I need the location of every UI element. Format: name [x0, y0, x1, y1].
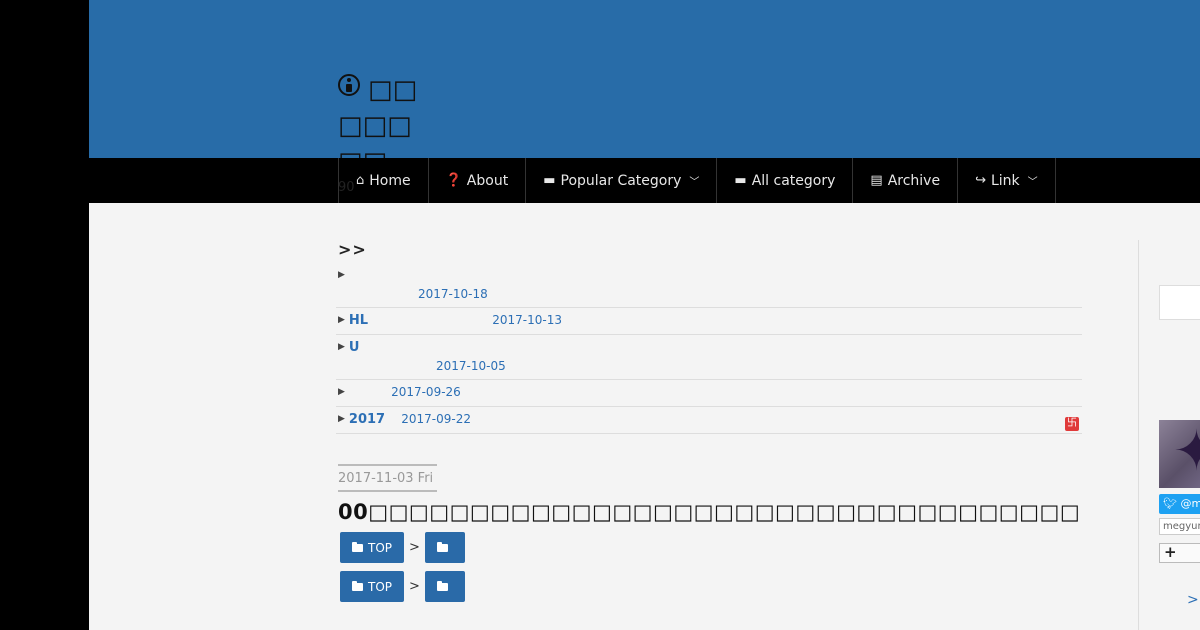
- home-icon: ⌂: [356, 173, 365, 188]
- question-circle-icon: ❓: [445, 173, 462, 188]
- nav-item-link[interactable]: ↪ Link ﹀: [958, 158, 1056, 203]
- follow-box: megyum: [1159, 518, 1200, 535]
- sidebar-divider: [1138, 240, 1139, 630]
- folder-icon: [352, 580, 363, 591]
- news-date: 2017-10-05: [436, 359, 506, 373]
- search-input[interactable]: [1159, 285, 1200, 320]
- share-icon: ↪: [975, 173, 986, 188]
- main-content: >> ▶ 2017-10-18 ▶ HL 2017-10-13 ▶ U 2017-1…: [336, 240, 1082, 602]
- news-date: 2017-09-26: [391, 385, 461, 399]
- nav-item-about[interactable]: ❓ About: [429, 158, 527, 203]
- nav-item-archive[interactable]: ▤ Archive: [853, 158, 959, 203]
- site-header: □□ □□□ □□: [89, 0, 1200, 177]
- folder-icon: [436, 580, 448, 591]
- chevron-down-icon: ﹀: [1027, 177, 1038, 188]
- breadcrumb-top-button[interactable]: TOP: [340, 532, 405, 563]
- triangle-right-icon: ▶: [338, 387, 345, 397]
- logo-line: □□□: [338, 111, 412, 141]
- news-heading: >>: [338, 240, 367, 259]
- nav-item-label: Archive: [887, 172, 941, 189]
- triangle-right-icon: ▶: [338, 270, 345, 280]
- breadcrumb: TOP >: [340, 532, 1082, 563]
- news-date: 2017-10-13: [492, 313, 562, 327]
- breadcrumb: TOP >: [340, 571, 1082, 602]
- news-title[interactable]: 2017: [349, 412, 385, 427]
- profile-image[interactable]: ✦: [1159, 420, 1200, 488]
- logo-subtitle: 90: [338, 180, 355, 195]
- breadcrumb-separator: >: [409, 540, 420, 555]
- triangle-right-icon: ▶: [338, 414, 345, 424]
- folder-icon: ▬: [543, 173, 556, 188]
- news-title[interactable]: HL: [349, 313, 368, 328]
- nav-item-label: Popular Category: [560, 172, 682, 189]
- breadcrumb-label: TOP: [368, 540, 393, 555]
- folder-icon: [436, 541, 448, 552]
- breadcrumb-category-button[interactable]: [424, 532, 465, 563]
- news-date: 2017-10-18: [418, 287, 488, 301]
- news-date: 2017-09-22: [401, 412, 471, 426]
- post-title[interactable]: 00□□□□□□□□□□□□□□□□□□□□□□□□□□□□□□□□□□□□□: [338, 500, 1082, 524]
- archive-icon: ▤: [870, 173, 883, 188]
- breadcrumb-top-button[interactable]: TOP: [340, 571, 405, 602]
- news-title[interactable]: U: [349, 340, 360, 355]
- page: □□ □□□ □□ ⌂ Home ❓ About ▬ Popular Categ…: [89, 0, 1200, 630]
- news-item[interactable]: ▶ 2017-09-26: [336, 380, 1082, 407]
- post-date: 2017-11-03 Fri: [338, 464, 438, 492]
- triangle-right-icon: ▶: [338, 342, 345, 352]
- news-item[interactable]: ▶ U 2017-10-05: [336, 335, 1082, 380]
- emblem-icon: ✦: [1173, 420, 1200, 484]
- twitter-handle: @m: [1180, 497, 1200, 510]
- hatena-bookmark-icon[interactable]: 卐: [1065, 417, 1079, 431]
- nav-item-label: Home: [369, 172, 411, 189]
- news-item[interactable]: ▶ 2017 2017-09-22 卐: [336, 407, 1082, 434]
- nav-item-popular-category[interactable]: ▬ Popular Category ﹀: [526, 158, 718, 203]
- plus-button[interactable]: +: [1159, 543, 1200, 563]
- folder-icon: [352, 541, 363, 552]
- sidebar-more-link[interactable]: >: [1187, 592, 1199, 608]
- triangle-right-icon: ▶: [338, 315, 345, 325]
- breadcrumb-separator: >: [409, 579, 420, 594]
- nav-item-label: Link: [990, 172, 1020, 189]
- news-item[interactable]: ▶ HL 2017-10-13: [336, 308, 1082, 335]
- breadcrumb-category-button[interactable]: [424, 571, 465, 602]
- main-navigation: ⌂ Home ❓ About ▬ Popular Category ﹀ ▬ Al…: [89, 158, 1200, 203]
- news-item[interactable]: ▶ 2017-10-18: [336, 263, 1082, 308]
- nav-item-all-category[interactable]: ▬ All category: [717, 158, 854, 203]
- folder-icon: ▬: [734, 173, 747, 188]
- nav-item-label: All category: [751, 172, 836, 189]
- nav-item-label: About: [466, 172, 509, 189]
- breadcrumb-label: TOP: [368, 579, 393, 594]
- chevron-down-icon: ﹀: [689, 177, 700, 188]
- twitter-icon: 🐦︎: [1163, 497, 1177, 510]
- logo-icon: [338, 74, 360, 96]
- twitter-follow-button[interactable]: 🐦︎ @m: [1159, 494, 1200, 514]
